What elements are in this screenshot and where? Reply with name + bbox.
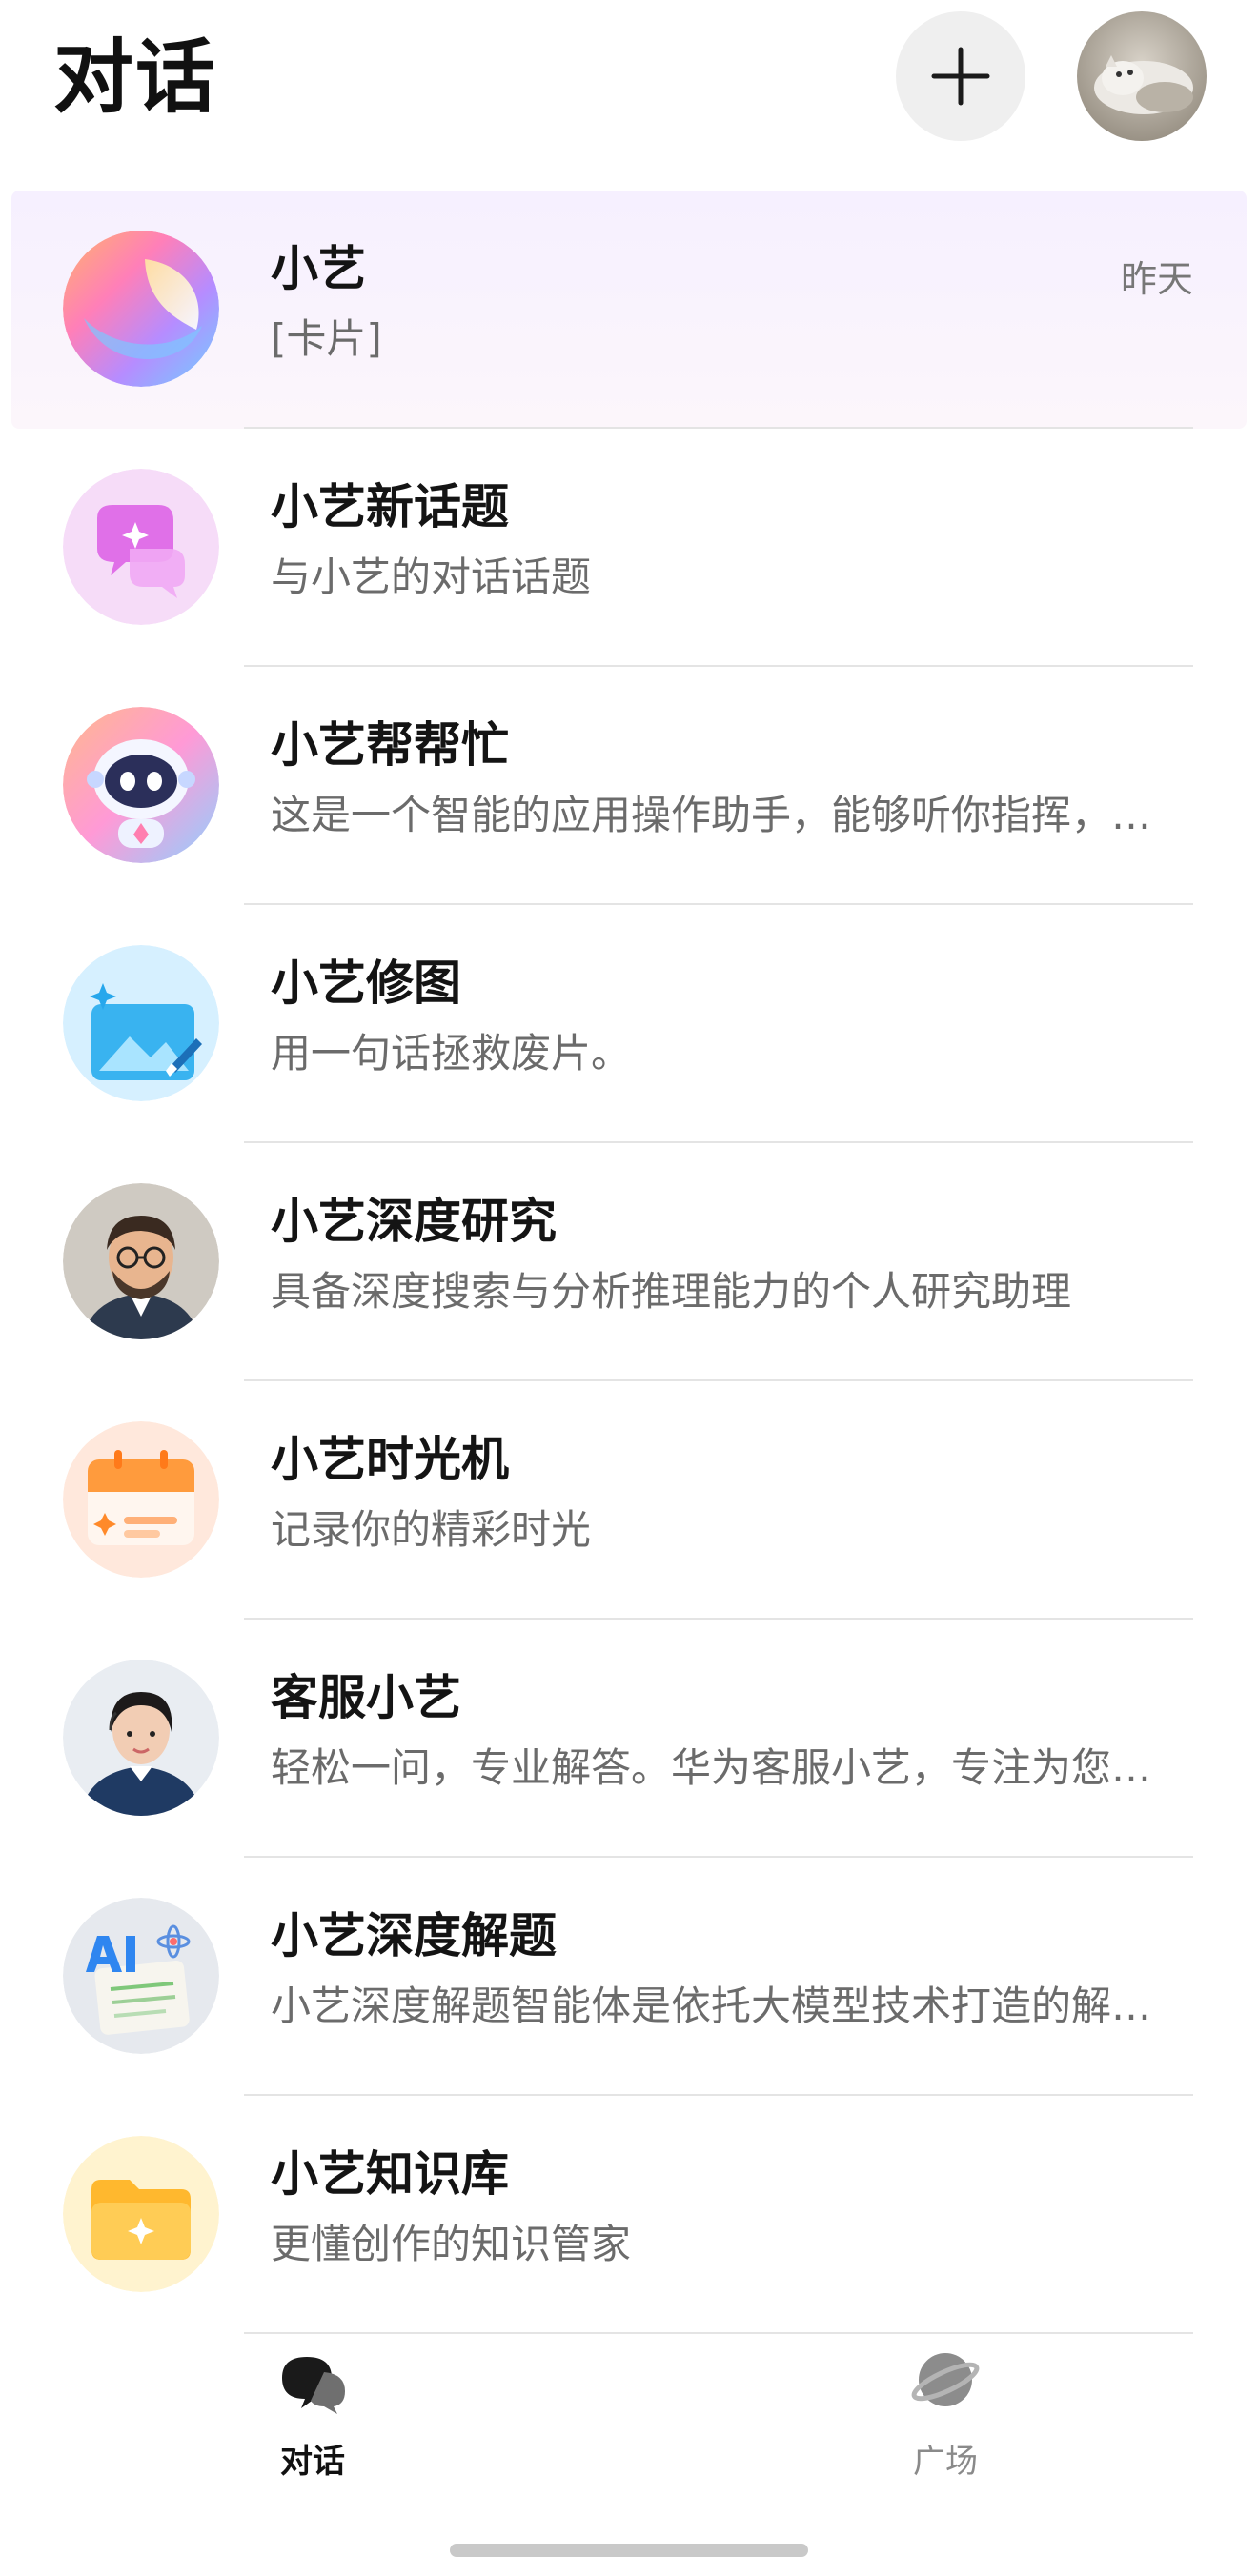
calendar-icon [63, 1421, 219, 1578]
chat-bubbles-icon [282, 2357, 345, 2414]
conversation-preview: 记录你的精彩时光 [271, 1506, 592, 1553]
conversation-preview: 用一句话拯救废片。 [271, 1030, 632, 1077]
conversation-name: 小艺知识库 [271, 2146, 509, 2202]
conversation-preview: [卡片] [271, 315, 382, 362]
tab-plaza[interactable]: 广场 [850, 2324, 1041, 2496]
conversation-preview: 更懂创作的知识管家 [271, 2221, 632, 2267]
avatar-problem-solving [63, 1898, 219, 2054]
conversation-time: 昨天 [1120, 258, 1193, 300]
conversation-preview: 小艺深度解题智能体是依托大模型技术打造的解题助手 [271, 1982, 1176, 2029]
avatar-deep-research [63, 1183, 219, 1339]
avatar-new-topic [63, 469, 219, 625]
cat-photo-icon [1077, 11, 1207, 141]
conversation-name: 小艺深度解题 [271, 1908, 557, 1963]
avatar-photo-edit [63, 945, 219, 1101]
conversation-name: 客服小艺 [271, 1670, 461, 1725]
conversation-preview: 轻松一问，专业解答。华为客服小艺，专注为您服务 [271, 1744, 1176, 1791]
conversation-preview: 这是一个智能的应用操作助手，能够听你指挥，帮你完成各种任务 [271, 792, 1176, 838]
conversation-preview: 具备深度搜索与分析推理能力的个人研究助理 [271, 1268, 1072, 1315]
plus-icon [931, 47, 990, 106]
bottom-tab-bar: 对话 广场 [0, 2324, 1258, 2576]
planet-icon [911, 2353, 980, 2406]
conversation-name: 小艺深度研究 [271, 1194, 557, 1249]
avatar-knowledge-base [63, 2136, 219, 2292]
ai-notebook-icon [63, 1898, 219, 2054]
agent-portrait-icon [63, 1660, 219, 1816]
researcher-portrait-icon [63, 1183, 219, 1339]
conversation-item-time-machine[interactable]: 小艺时光机 记录你的精彩时光 [0, 1381, 1258, 1620]
xiaoyi-orb-icon [63, 231, 219, 387]
conversation-item-helper[interactable]: 小艺帮帮忙 这是一个智能的应用操作助手，能够听你指挥，帮你完成各种任务 [0, 667, 1258, 905]
avatar-customer-service [63, 1660, 219, 1816]
chat-bubbles-sparkle-icon [63, 469, 219, 625]
avatar-helper [63, 707, 219, 863]
conversation-item-problem-solving[interactable]: 小艺深度解题 小艺深度解题智能体是依托大模型技术打造的解题助手 [0, 1858, 1258, 2096]
tab-conversations[interactable]: 对话 [217, 2324, 408, 2496]
tab-label: 广场 [913, 2443, 978, 2481]
avatar-time-machine [63, 1421, 219, 1578]
avatar-xiaoyi [63, 231, 219, 387]
conversation-name: 小艺新话题 [271, 479, 509, 534]
conversation-name: 小艺修图 [271, 956, 461, 1011]
folder-sparkle-icon [63, 2136, 219, 2292]
new-conversation-button[interactable] [896, 11, 1025, 141]
conversation-item-deep-research[interactable]: 小艺深度研究 具备深度搜索与分析推理能力的个人研究助理 [0, 1143, 1258, 1381]
conversation-item-xiaoyi[interactable]: 小艺 [卡片] 昨天 [11, 191, 1247, 429]
tab-label: 对话 [280, 2443, 345, 2481]
page-title: 对话 [53, 30, 218, 124]
profile-avatar[interactable] [1077, 11, 1207, 141]
robot-icon [63, 707, 219, 863]
conversation-name: 小艺 [271, 241, 366, 296]
top-header: 对话 [0, 0, 1258, 191]
image-brush-icon [63, 945, 219, 1101]
conversation-item-photo-edit[interactable]: 小艺修图 用一句话拯救废片。 [0, 905, 1258, 1143]
conversation-preview: 与小艺的对话话题 [271, 553, 592, 600]
conversation-name: 小艺帮帮忙 [271, 717, 509, 773]
conversation-item-customer-service[interactable]: 客服小艺 轻松一问，专业解答。华为客服小艺，专注为您服务 [0, 1620, 1258, 1858]
conversation-name: 小艺时光机 [271, 1432, 509, 1487]
home-indicator [450, 2544, 808, 2557]
conversation-item-new-topic[interactable]: 小艺新话题 与小艺的对话话题 [0, 429, 1258, 667]
conversation-item-knowledge-base[interactable]: 小艺知识库 更懂创作的知识管家 [0, 2096, 1258, 2334]
